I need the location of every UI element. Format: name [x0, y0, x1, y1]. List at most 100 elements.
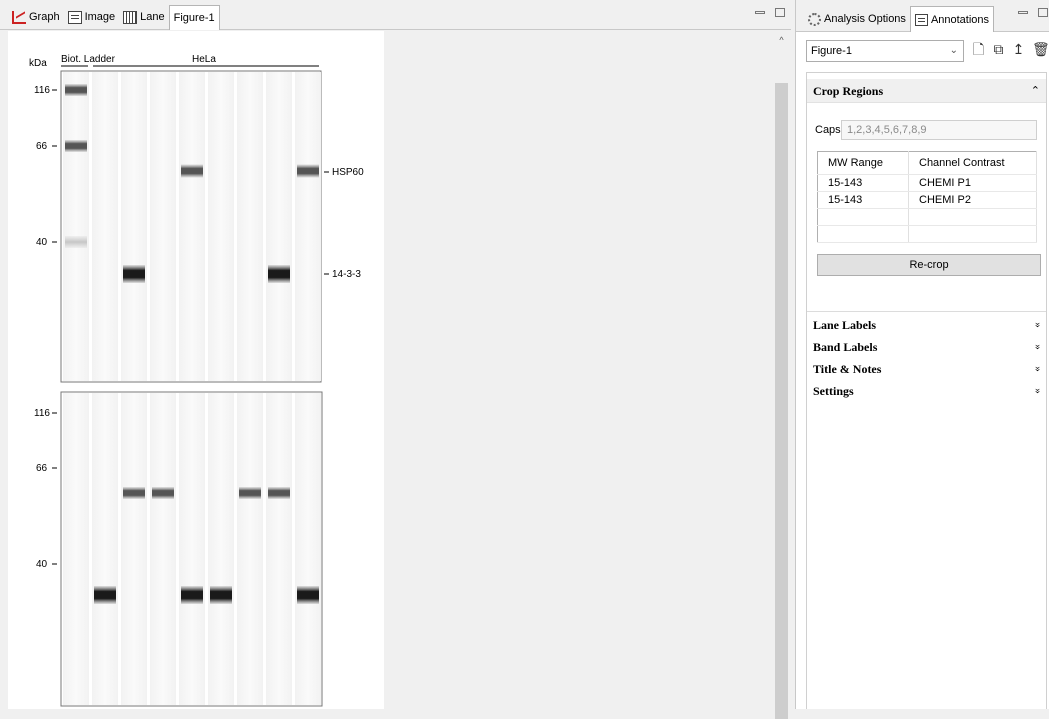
lane-column	[92, 72, 118, 381]
band	[268, 265, 290, 283]
lane-column	[92, 393, 118, 705]
band	[181, 586, 203, 604]
p2-mw-tick: 66	[36, 463, 48, 474]
channel-contrast-cell[interactable]	[908, 225, 1037, 243]
kda-label: kDa	[29, 58, 47, 69]
channel-contrast-cell[interactable]: CHEMI P1	[908, 174, 1037, 193]
p2-mw-tick: 40	[36, 559, 48, 570]
band	[210, 586, 232, 604]
chevron-double-down-icon: »	[1031, 366, 1044, 372]
section-lane-labels[interactable]: Lane Labels »	[807, 315, 1046, 335]
lane-column	[121, 393, 147, 705]
side-tab-bar: Analysis Options Annotations	[796, 0, 1049, 32]
band	[297, 586, 319, 604]
tab-annotations[interactable]: Annotations	[909, 6, 995, 32]
channel-contrast-cell[interactable]	[908, 208, 1037, 227]
table-row[interactable]: 15-143 CHEMI P1	[817, 174, 1037, 193]
scroll-up-icon[interactable]: ^	[772, 31, 791, 49]
lane-column	[121, 72, 147, 381]
lane-column	[63, 72, 89, 381]
lane-column	[150, 72, 176, 381]
blot-panel-2[interactable]	[60, 391, 323, 707]
export-icon[interactable]: ↥	[1012, 42, 1025, 57]
chevron-double-down-icon: »	[1031, 344, 1044, 350]
blot-panel-1[interactable]	[60, 70, 322, 383]
crop-regions-table: MW Range Channel Contrast 15-143 CHEMI P…	[817, 151, 1037, 243]
section-divider	[807, 311, 1046, 312]
editor-window-controls	[755, 8, 785, 17]
delete-icon[interactable]: 🗑	[1032, 42, 1049, 57]
lane-column	[63, 393, 89, 705]
lane-column	[150, 393, 176, 705]
mw-range-cell[interactable]	[817, 208, 909, 227]
column-header-channel-contrast[interactable]: Channel Contrast	[908, 151, 1037, 176]
chevron-down-icon: ⌄	[949, 45, 958, 56]
mw-range-cell[interactable]: 15-143	[817, 191, 909, 210]
band	[123, 487, 145, 499]
lane-column	[266, 393, 292, 705]
lane-column	[266, 72, 292, 381]
lane-icon	[123, 10, 138, 24]
maximize-icon[interactable]	[1038, 8, 1048, 17]
blot-svg: kDa Biot. Ladder HeLa 116 66 40 116 66 4…	[29, 54, 364, 707]
band	[94, 586, 116, 604]
tab-graph[interactable]: Graph	[8, 5, 64, 29]
tab-figure-1-label: Figure-1	[173, 12, 215, 24]
new-figure-icon[interactable]: 🗋	[972, 42, 985, 57]
section-crop-regions[interactable]: Crop Regions ⌃	[807, 79, 1046, 103]
mw-range-cell[interactable]	[817, 225, 909, 243]
band	[65, 236, 87, 248]
graph-icon	[12, 10, 26, 24]
tab-analysis-options-label: Analysis Options	[824, 13, 906, 25]
maximize-icon[interactable]	[775, 8, 785, 17]
p1-mw-tick: 116	[34, 85, 50, 96]
band	[181, 164, 203, 178]
p1-mw-tick: 40	[36, 237, 48, 248]
section-settings[interactable]: Settings »	[807, 381, 1046, 401]
channel-contrast-cell[interactable]: CHEMI P2	[908, 191, 1037, 210]
table-row[interactable]	[817, 208, 1037, 227]
lane-column	[237, 393, 263, 705]
p1-mw-tick: 66	[36, 141, 48, 152]
column-header-mw-range[interactable]: MW Range	[817, 151, 909, 176]
band	[65, 84, 87, 96]
vertical-scrollbar[interactable]: ^	[772, 31, 791, 719]
lane-column	[295, 393, 321, 705]
figure-canvas: kDa Biot. Ladder HeLa 116 66 40 116 66 4…	[8, 31, 770, 709]
lane-column	[179, 393, 205, 705]
lane-column	[237, 72, 263, 381]
side-window-controls	[1018, 8, 1048, 17]
tab-figure-1[interactable]: Figure-1	[168, 5, 220, 30]
band	[65, 140, 87, 152]
figure-editor-pane: Graph Image Lane Figure-1 kDa Biot. Ladd…	[0, 0, 791, 719]
tab-analysis-options[interactable]: Analysis Options	[804, 7, 910, 31]
caps-label: Caps	[815, 124, 841, 136]
editor-tab-bar: Graph Image Lane Figure-1	[0, 0, 791, 30]
lane-column	[295, 72, 321, 381]
tab-annotations-label: Annotations	[930, 13, 990, 26]
caps-field[interactable]: 1,2,3,4,5,6,7,8,9	[841, 120, 1037, 140]
section-title-notes[interactable]: Title & Notes »	[807, 359, 1046, 379]
table-row[interactable]	[817, 225, 1037, 243]
western-blot-figure: kDa Biot. Ladder HeLa 116 66 40 116 66 4…	[8, 31, 384, 709]
table-row[interactable]: 15-143 CHEMI P2	[817, 191, 1037, 210]
tab-lane[interactable]: Lane	[119, 5, 168, 29]
band	[268, 487, 290, 499]
figure-select-dropdown[interactable]: Figure-1 ⌄	[806, 40, 964, 62]
annotations-pane: Analysis Options Annotations Figure-1 ⌄ …	[795, 0, 1049, 709]
section-band-labels[interactable]: Band Labels »	[807, 337, 1046, 357]
recrop-button[interactable]: Re-crop	[817, 254, 1041, 276]
annotations-icon	[914, 13, 928, 26]
settings-title: Settings	[813, 384, 854, 398]
minimize-icon[interactable]	[1018, 11, 1028, 14]
scroll-thumb[interactable]	[775, 83, 788, 719]
minimize-icon[interactable]	[755, 11, 765, 14]
group-label-hela: HeLa	[192, 54, 216, 65]
p2-mw-tick: 116	[34, 408, 50, 419]
mw-range-cell[interactable]: 15-143	[817, 174, 909, 193]
tab-image[interactable]: Image	[64, 5, 120, 29]
figure-select-value: Figure-1	[811, 45, 852, 57]
duplicate-figure-icon[interactable]: ⧉	[992, 42, 1005, 57]
band	[297, 164, 319, 178]
annotations-panel: Crop Regions ⌃ Caps 1,2,3,4,5,6,7,8,9 MW…	[806, 72, 1047, 709]
